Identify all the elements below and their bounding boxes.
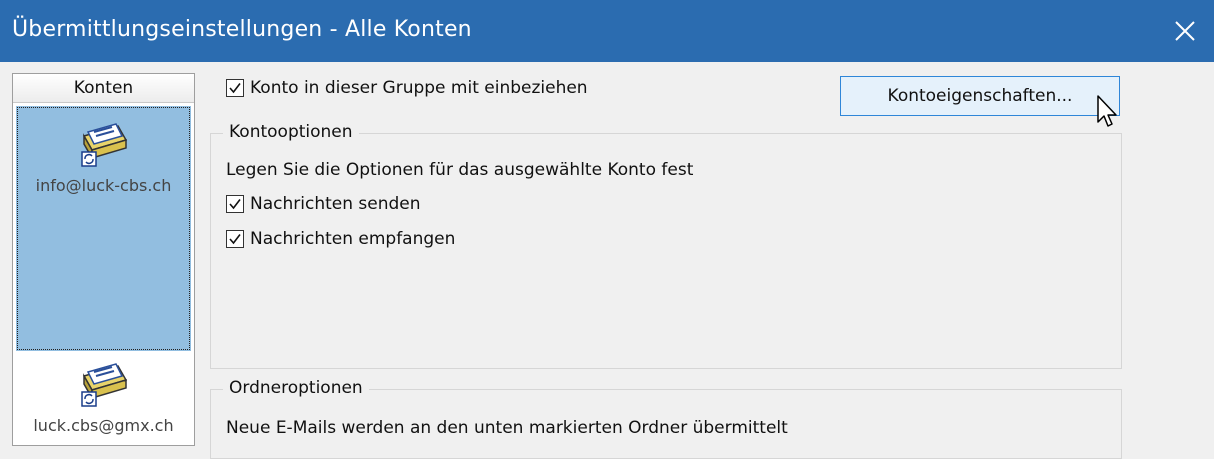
include-in-group-row[interactable]: Konto in dieser Gruppe mit einbeziehen: [226, 78, 588, 98]
mail-account-icon: [80, 363, 127, 407]
send-messages-checkbox[interactable]: [226, 195, 244, 213]
checkmark-icon: [229, 83, 241, 94]
checkmark-icon: [229, 234, 241, 245]
account-label: luck.cbs@gmx.ch: [33, 416, 174, 435]
include-in-group-checkbox[interactable]: [226, 79, 244, 97]
accounts-header: Konten: [13, 74, 194, 103]
account-item-info[interactable]: info@luck-cbs.ch: [16, 106, 191, 351]
window-title: Übermittlungseinstellungen - Alle Konten: [12, 17, 472, 42]
account-options-legend: Kontooptionen: [223, 122, 359, 142]
account-label: info@luck-cbs.ch: [35, 176, 172, 195]
send-messages-row[interactable]: Nachrichten senden: [226, 194, 421, 214]
account-options-description: Legen Sie die Optionen für das ausgewähl…: [226, 160, 694, 180]
account-item-gmx[interactable]: luck.cbs@gmx.ch: [16, 354, 191, 444]
receive-messages-label: Nachrichten empfangen: [250, 229, 456, 249]
accounts-list[interactable]: Konten info@luck-cbs.ch luck.cbs@gmx.ch: [12, 73, 195, 446]
receive-messages-row[interactable]: Nachrichten empfangen: [226, 229, 455, 249]
folder-options-legend: Ordneroptionen: [223, 378, 369, 398]
close-icon: [1175, 21, 1195, 41]
mouse-cursor-icon: [1097, 95, 1117, 127]
checkmark-icon: [229, 199, 241, 210]
send-messages-label: Nachrichten senden: [250, 194, 421, 214]
receive-messages-checkbox[interactable]: [226, 230, 244, 248]
include-in-group-label: Konto in dieser Gruppe mit einbeziehen: [250, 78, 588, 98]
title-bar: Übermittlungseinstellungen - Alle Konten: [0, 0, 1214, 62]
folder-options-description: Neue E-Mails werden an den unten markier…: [226, 418, 788, 438]
account-properties-button[interactable]: Kontoeigenschaften...: [840, 76, 1120, 116]
close-button[interactable]: [1156, 0, 1214, 62]
mail-account-icon: [80, 123, 127, 167]
